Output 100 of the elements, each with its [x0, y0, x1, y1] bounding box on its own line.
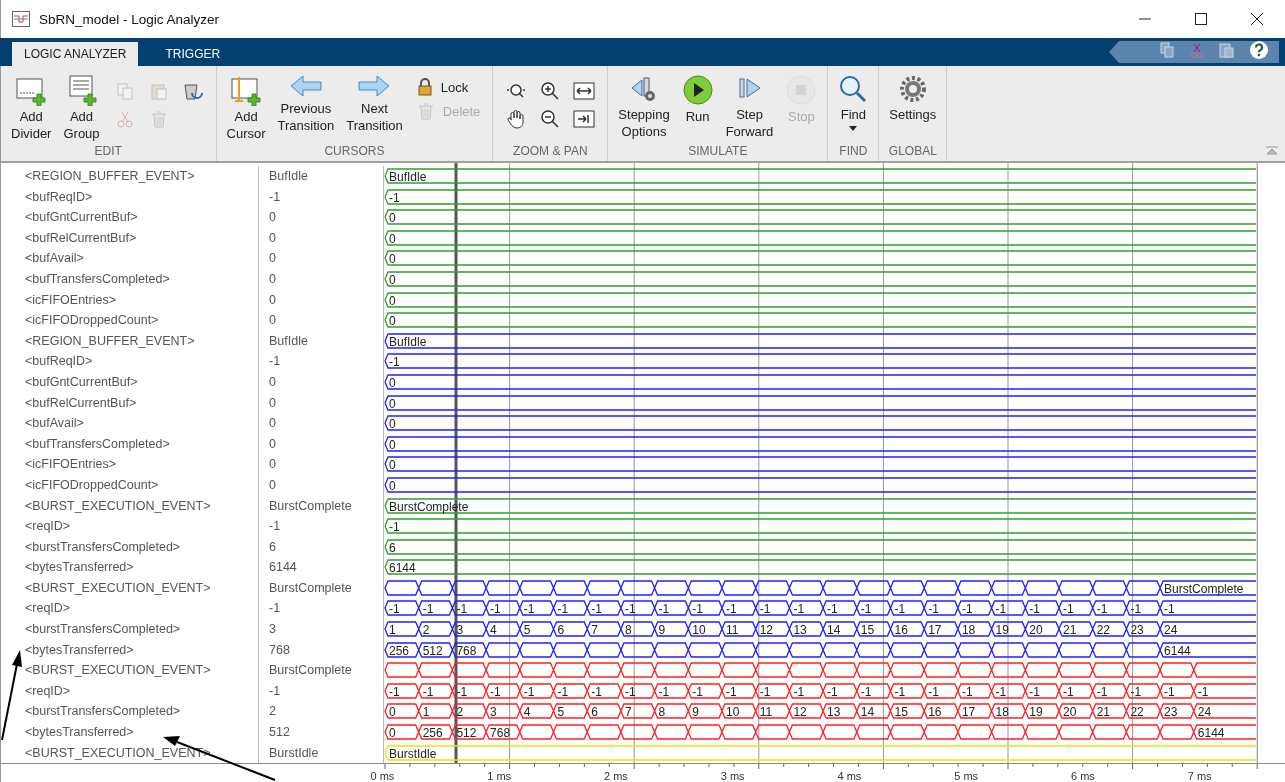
wave-value: -1: [961, 684, 973, 699]
zoom-horizontal-icon[interactable]: [505, 82, 528, 100]
section-label: ZOOM & PAN: [512, 144, 589, 160]
wave-value: 1: [389, 622, 396, 637]
toolbar-button[interactable]: Add Divider: [7, 74, 56, 143]
wave-value: 0: [389, 437, 396, 452]
wave-value: BufIdle: [389, 334, 427, 349]
signal-value: 6: [268, 538, 277, 556]
wave-value: 7: [624, 704, 632, 719]
ribbon-tab[interactable]: LOGIC ANALYZER: [12, 42, 139, 66]
wave-value: 20: [1029, 622, 1043, 637]
wave-value: 0: [389, 457, 396, 472]
wave-value: 0: [389, 313, 396, 328]
wave-value: 15: [894, 704, 908, 719]
wave-value: 10: [726, 704, 740, 719]
wave-value: 0: [389, 375, 396, 390]
toolbar-button[interactable]: Lock: [416, 78, 481, 96]
wave-value: 0: [389, 478, 396, 493]
play-icon: [681, 74, 714, 106]
signal-value: 0: [268, 415, 277, 433]
ribbon-tab[interactable]: TRIGGER: [152, 42, 234, 66]
hand-icon[interactable]: [506, 109, 527, 129]
wave-value: 0: [389, 704, 396, 719]
wave-value: -1: [726, 684, 737, 699]
signal-name: <reqID>: [24, 518, 72, 536]
wave-value: 0: [389, 396, 396, 411]
signal-name: <bufAvail>: [24, 415, 85, 433]
wave-value: -1: [692, 684, 703, 699]
trash-icon: [416, 102, 435, 120]
signal-value: BurstComplete: [268, 579, 353, 597]
wave-value: BufIdle: [389, 169, 427, 184]
zoom-out-icon[interactable]: [540, 109, 561, 129]
toolbar-button[interactable]: Add Group: [59, 74, 104, 143]
trash-arrow-icon[interactable]: [181, 81, 204, 101]
wave-value: -1: [591, 601, 602, 616]
wave-value: -1: [995, 601, 1007, 616]
wave-value: -1: [523, 601, 535, 616]
wave-value: -1: [759, 684, 771, 699]
wave-value: -1: [389, 519, 400, 534]
toolbar-button[interactable]: Previous Transition: [273, 74, 339, 135]
toolbar-button[interactable]: Settings: [885, 74, 941, 124]
signal-value: 0: [268, 456, 277, 474]
wave-value: 9: [658, 622, 666, 637]
wave-value: -1: [1197, 684, 1209, 699]
wave-value: -1: [928, 684, 939, 699]
wave-value: 6: [557, 622, 565, 637]
wave-value: 4: [490, 622, 497, 637]
wave-value: -1: [827, 684, 838, 699]
signal-name: <BURST_EXECUTION_EVENT>: [24, 497, 212, 515]
wave-value: -1: [658, 684, 670, 699]
zoom-in-icon[interactable]: [540, 81, 561, 101]
wave-value: 9: [692, 704, 699, 719]
jump-to-end-icon[interactable]: [573, 110, 596, 128]
wave-value: 8: [658, 704, 666, 719]
wave-value: 6144: [389, 560, 416, 575]
toolbar-button[interactable]: Find: [834, 74, 873, 132]
signal-value: -1: [268, 188, 282, 206]
toolbar-button[interactable]: Next Transition: [342, 74, 407, 135]
fit-width-icon[interactable]: [573, 82, 596, 100]
wave-value: 17: [928, 622, 942, 637]
signal-name: <bufRelCurrentBuf>: [24, 394, 138, 412]
signal-name: <bufAvail>: [24, 250, 85, 268]
signal-value: 0: [268, 229, 277, 247]
signal-name: <icFIFODroppedCount>: [24, 312, 160, 330]
axis-label: 2 ms: [602, 769, 629, 782]
wave-value: -1: [389, 354, 400, 369]
wave-value: 16: [928, 704, 942, 719]
wave-value: 22: [1130, 704, 1144, 719]
wave-value: 1: [422, 704, 430, 719]
toolbar-button[interactable]: Add Cursor: [222, 74, 270, 143]
signal-value: BurstComplete: [268, 662, 353, 680]
copy-icon[interactable]: [1159, 42, 1175, 58]
cursor-plus-icon: [230, 74, 263, 106]
signal-value: -1: [268, 353, 282, 371]
wave-value: -1: [557, 684, 569, 699]
toolbar-button[interactable]: Run: [677, 74, 718, 126]
signal-value: 0: [268, 394, 277, 412]
signal-value: 3: [268, 621, 277, 639]
wave-value: 4: [523, 704, 531, 719]
toolbar-button[interactable]: Stepping Options: [614, 74, 674, 141]
wave-value: 5: [523, 622, 531, 637]
signal-name: <bufTransfersCompleted>: [24, 435, 171, 453]
axis-label: 1 ms: [486, 769, 513, 782]
wave-value: 0: [389, 231, 396, 246]
wave-value: -1: [658, 601, 670, 616]
help-icon[interactable]: [1249, 40, 1269, 60]
axis-label: 3 ms: [719, 769, 746, 782]
axis-label: 4 ms: [836, 769, 863, 782]
wave-value: 23: [1130, 622, 1144, 637]
wave-value: 14: [827, 622, 841, 637]
collapse-icon[interactable]: [1265, 145, 1279, 155]
clipboard-icon[interactable]: [1219, 42, 1235, 58]
wave-value: 768: [456, 643, 477, 658]
wave-value: -1: [557, 601, 569, 616]
wave-value: 8: [624, 622, 632, 637]
wave-value: 18: [995, 704, 1009, 719]
wave-value: 3: [456, 622, 464, 637]
wave-value: 2: [422, 622, 430, 637]
toolbar-button[interactable]: Step Forward: [721, 74, 778, 141]
wave-value: 0: [389, 725, 396, 740]
